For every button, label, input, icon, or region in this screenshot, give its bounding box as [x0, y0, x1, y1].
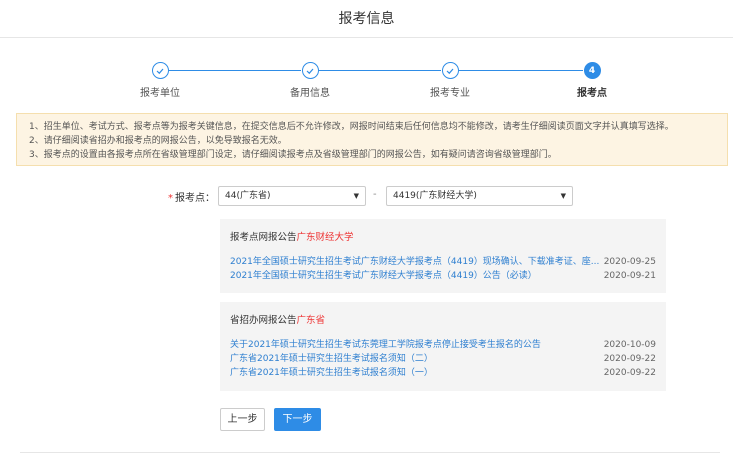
- step-label: 报考点: [577, 88, 607, 99]
- site-panel-title-text: 报考点网报公告: [230, 232, 297, 243]
- site-panel-title-highlight: 广东财经大学: [296, 232, 354, 243]
- step-baokao-dian: 4 报考点: [562, 62, 622, 99]
- notice-box: 1、招生单位、考试方式、报考点等为报考关键信息，在提交信息后不允许修改，网报时间…: [16, 113, 728, 166]
- required-mark: *: [168, 193, 173, 204]
- page-title: 报考信息: [338, 11, 395, 27]
- step-label: 报考专业: [430, 88, 470, 99]
- footer-divider: [20, 452, 720, 453]
- province-select-value: 44(广东省): [225, 191, 271, 201]
- province-panel-title-text: 省招办网报公告: [230, 315, 297, 326]
- announcement-date: 2020-09-21: [603, 271, 656, 281]
- exam-site-select[interactable]: 4419(广东财经大学) ▼: [386, 186, 573, 206]
- list-item: 广东省2021年硕士研究生招生考试报名须知（一） 2020-09-22: [230, 366, 656, 380]
- province-select[interactable]: 44(广东省) ▼: [218, 186, 366, 206]
- page-header: 报考信息: [0, 0, 733, 38]
- select-separator: -: [373, 189, 377, 200]
- step-baokao-danwei: 报考单位: [130, 62, 190, 99]
- site-panel-title: 报考点网报公告广东财经大学: [230, 229, 656, 243]
- check-icon: [441, 62, 459, 79]
- prev-step-button[interactable]: 上一步: [220, 408, 265, 431]
- exam-site-selector: * 报考点： 44(广东省) ▼ - 4419(广东财经大学) ▼: [0, 186, 733, 206]
- exam-site-select-value: 4419(广东财经大学): [393, 191, 477, 201]
- step-beiyong-xinxi: 备用信息: [280, 62, 340, 99]
- notice-line-1: 1、招生单位、考试方式、报考点等为报考关键信息，在提交信息后不允许修改，网报时间…: [29, 122, 674, 132]
- announcement-date: 2020-09-25: [603, 257, 656, 267]
- announcement-link[interactable]: 广东省2021年硕士研究生招生考试报名须知（二）: [230, 352, 433, 366]
- site-announcement-panel: 报考点网报公告广东财经大学 2021年全国硕士研究生招生考试广东财经大学报考点（…: [220, 219, 666, 293]
- list-item: 2021年全国硕士研究生招生考试广东财经大学报考点（4419）公告（必读） 20…: [230, 269, 656, 283]
- step-baokao-zhuanye: 报考专业: [420, 62, 480, 99]
- announcement-link[interactable]: 2021年全国硕士研究生招生考试广东财经大学报考点（4419）现场确认、下载准考…: [230, 255, 599, 269]
- progress-steps: 报考单位 备用信息 报考专业 4 报考点: [130, 62, 620, 102]
- province-panel-title-highlight: 广东省: [296, 315, 326, 326]
- announcement-link[interactable]: 广东省2021年硕士研究生招生考试报名须知（一）: [230, 366, 433, 380]
- chevron-down-icon: ▼: [560, 192, 566, 200]
- list-item: 2021年全国硕士研究生招生考试广东财经大学报考点（4419）现场确认、下载准考…: [230, 255, 656, 269]
- notice-line-3: 3、报考点的设置由各报考点所在省级管理部门设定，请仔细阅读报考点及省级管理部门的…: [29, 150, 557, 160]
- chevron-down-icon: ▼: [353, 192, 359, 200]
- step-number-badge: 4: [583, 62, 601, 79]
- announcement-date: 2020-09-22: [603, 354, 656, 364]
- step-label: 报考单位: [140, 88, 180, 99]
- province-announcement-panel: 省招办网报公告广东省 关于2021年硕士研究生招生考试东莞理工学院报考点停止接受…: [220, 302, 666, 391]
- step-label: 备用信息: [290, 88, 330, 99]
- notice-line-2: 2、请仔细阅读省招办和报考点的网报公告，以免导致报名无效。: [29, 136, 287, 146]
- announcement-date: 2020-10-09: [603, 340, 656, 350]
- next-step-button[interactable]: 下一步: [274, 408, 321, 431]
- exam-site-label-text: 报考点：: [175, 193, 215, 204]
- list-item: 广东省2021年硕士研究生招生考试报名须知（二） 2020-09-22: [230, 352, 656, 366]
- check-icon: [301, 62, 319, 79]
- announcement-date: 2020-09-22: [603, 368, 656, 378]
- exam-site-label: * 报考点：: [168, 189, 215, 204]
- check-icon: [151, 62, 169, 79]
- announcement-link[interactable]: 2021年全国硕士研究生招生考试广东财经大学报考点（4419）公告（必读）: [230, 269, 537, 283]
- announcement-link[interactable]: 关于2021年硕士研究生招生考试东莞理工学院报考点停止接受考生报名的公告: [230, 338, 541, 352]
- list-item: 关于2021年硕士研究生招生考试东莞理工学院报考点停止接受考生报名的公告 202…: [230, 338, 656, 352]
- province-panel-title: 省招办网报公告广东省: [230, 312, 656, 326]
